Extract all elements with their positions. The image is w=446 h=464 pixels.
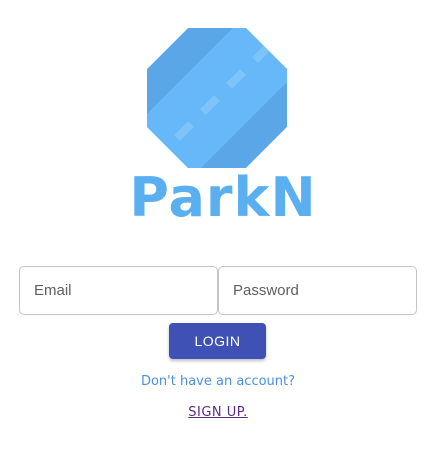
- signup-question[interactable]: Don't have an account?: [0, 374, 436, 389]
- password-field[interactable]: [218, 266, 417, 315]
- app-logo: [147, 28, 287, 168]
- signup-container: SIGN UP.: [0, 405, 436, 420]
- login-button[interactable]: LOGIN: [169, 323, 266, 359]
- road-octagon-icon: [147, 28, 287, 168]
- email-field[interactable]: [19, 266, 218, 315]
- signup-link[interactable]: SIGN UP.: [188, 405, 247, 420]
- brand-title: ParkN: [129, 166, 317, 229]
